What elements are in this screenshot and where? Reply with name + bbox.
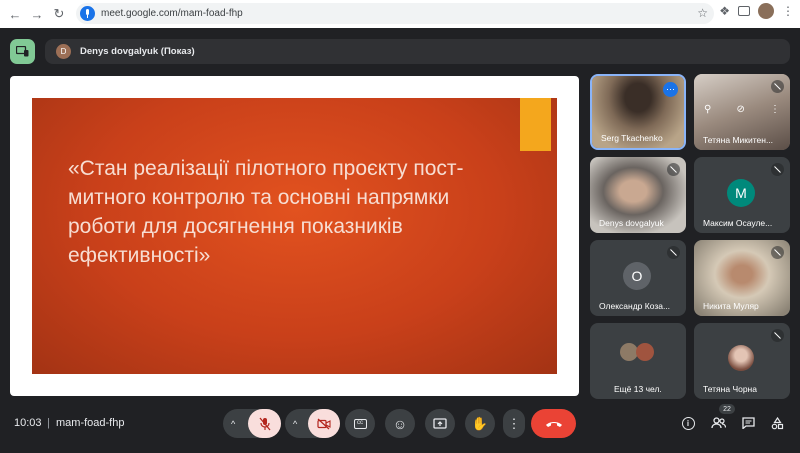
leave-call-button[interactable] [531, 409, 576, 438]
mic-off-icon [259, 417, 270, 430]
meeting-time: 10:03 [14, 417, 42, 429]
mic-off-icon [667, 163, 680, 176]
profile-avatar[interactable] [758, 3, 774, 19]
chat-icon [741, 417, 755, 429]
participant-name: Тетяна Микитен... [703, 135, 774, 145]
people-button[interactable] [708, 413, 728, 433]
mic-off-icon [771, 80, 784, 93]
hand-icon: ✋ [471, 415, 489, 431]
more-vert-icon: ⋮ [507, 415, 521, 431]
captions-icon: cc [353, 418, 367, 429]
microphone-toggle[interactable] [248, 409, 281, 438]
more-participants-label: Ещё 13 чел. [614, 384, 662, 394]
chat-button[interactable] [738, 413, 758, 433]
activities-button[interactable] [767, 413, 787, 433]
people-icon [710, 417, 726, 429]
participant-name: Denys dovgalyuk [599, 218, 664, 228]
tile-hover-controls: ⚲ ⊘ ⋮ [704, 104, 780, 120]
more-options-icon[interactable]: ⋯ [663, 82, 678, 97]
mic-off-icon [667, 246, 680, 259]
participant-avatar [728, 345, 754, 371]
participant-avatar: O [623, 262, 651, 290]
site-info-icon[interactable] [80, 6, 95, 21]
present-screen-icon [433, 417, 447, 429]
browser-menu-icon[interactable]: ⋮ [782, 4, 794, 18]
mic-off-icon [771, 246, 784, 259]
extensions-icon[interactable]: ❖ [719, 4, 730, 18]
participant-tile[interactable]: ⚲ ⊘ ⋮ Тетяна Микитен... [694, 74, 790, 150]
present-button[interactable] [425, 409, 455, 438]
presenter-label: Denys dovgalyuk (Показ) [80, 46, 195, 57]
chevron-up-icon: ^ [293, 418, 298, 429]
forward-icon[interactable]: → [26, 3, 48, 25]
presentation-banner: D Denys dovgalyuk (Показ) [45, 39, 790, 64]
participant-tile[interactable]: Ещё 13 чел. [590, 323, 686, 399]
shared-screen: «Стан реалізації пілотного проєкту пост-… [10, 76, 579, 396]
presentation-slide: «Стан реалізації пілотного проєкту пост-… [32, 98, 557, 374]
participant-name: Serg Tkachenko [601, 133, 663, 143]
reactions-button[interactable]: ☺ [385, 409, 415, 438]
camera-toggle[interactable] [308, 409, 340, 438]
mute-participant-icon[interactable]: ⊘ [736, 104, 744, 120]
participant-tile[interactable]: Никита Муляр [694, 240, 790, 316]
presenter-avatar: D [56, 44, 71, 59]
bookmark-star-icon[interactable]: ☆ [697, 6, 708, 20]
chevron-up-icon: ^ [231, 418, 236, 429]
raise-hand-button[interactable]: ✋ [465, 409, 495, 438]
slide-accent-bar [520, 98, 551, 151]
slide-title: «Стан реалізації пілотного проєкту пост-… [68, 157, 464, 267]
participant-tile[interactable]: Denys dovgalyuk [590, 157, 686, 233]
participant-name: Тетяна Чорна [703, 384, 757, 394]
shapes-icon [771, 416, 783, 429]
reload-icon[interactable]: ↻ [48, 3, 70, 25]
meeting-info-button[interactable]: i [678, 413, 698, 433]
meeting-code: mam-foad-fhp [56, 417, 125, 429]
captions-button[interactable]: cc [345, 409, 375, 438]
participant-tile[interactable]: O Олександр Коза... [590, 240, 686, 316]
url-text: meet.google.com/mam-foad-fhp [101, 8, 243, 19]
address-bar[interactable]: meet.google.com/mam-foad-fhp ☆ [76, 3, 714, 24]
call-end-icon [545, 421, 562, 427]
tile-menu-icon[interactable]: ⋮ [770, 104, 780, 120]
mic-off-icon [771, 329, 784, 342]
info-icon: i [681, 416, 695, 430]
back-icon[interactable]: ← [4, 3, 26, 25]
mic-off-icon [771, 163, 784, 176]
companion-mode-icon[interactable] [10, 39, 35, 64]
sidebar-icon[interactable] [738, 6, 750, 16]
more-options-button[interactable]: ⋮ [503, 409, 525, 438]
participant-avatar [636, 343, 654, 361]
pin-icon[interactable]: ⚲ [704, 104, 711, 120]
participant-tile[interactable]: ⋯ Serg Tkachenko [590, 74, 686, 150]
participant-avatar: M [727, 179, 755, 207]
participant-name: Олександр Коза... [599, 301, 671, 311]
participant-name: Максим Осауле... [703, 218, 773, 228]
participant-name: Никита Муляр [703, 301, 759, 311]
separator: | [47, 417, 50, 429]
camera-off-icon [317, 418, 331, 429]
emoji-icon: ☺ [392, 415, 408, 432]
participant-tile[interactable]: Тетяна Чорна [694, 323, 790, 399]
browser-toolbar: ← → ↻ meet.google.com/mam-foad-fhp ☆ ❖ ⋮ [0, 0, 800, 28]
participant-tile[interactable]: M Максим Осауле... [694, 157, 790, 233]
